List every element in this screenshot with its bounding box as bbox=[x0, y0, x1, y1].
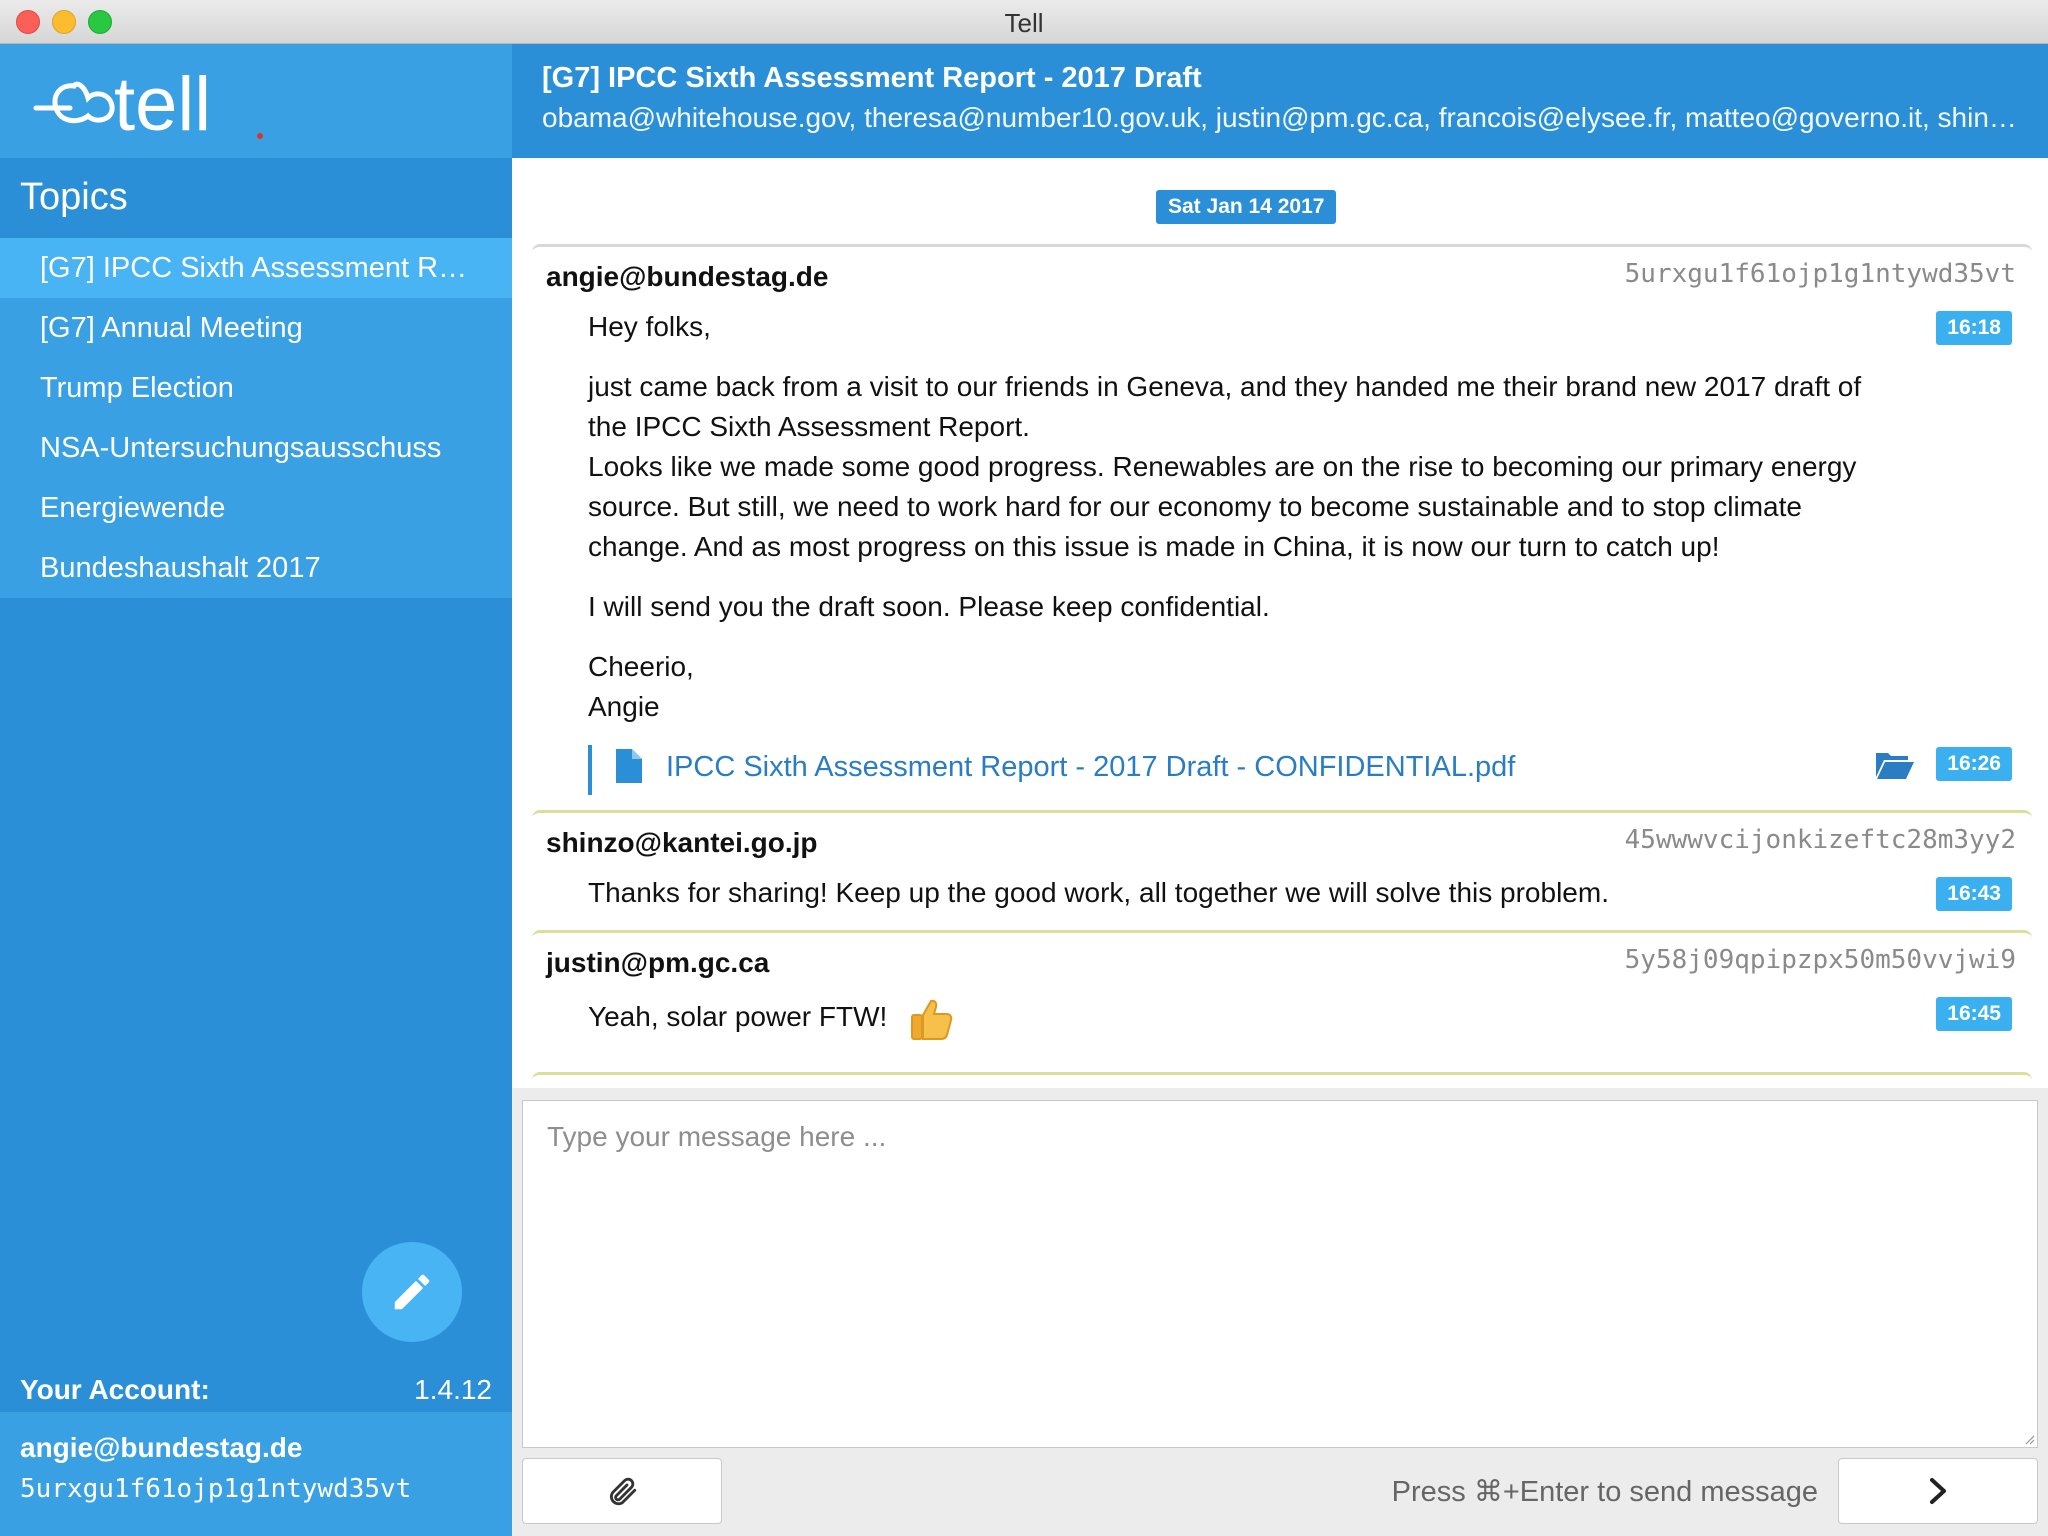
topic-item-trump-election[interactable]: Trump Election bbox=[0, 358, 512, 418]
send-hint: Press ⌘+Enter to send message bbox=[1391, 1476, 1818, 1508]
paperclip-icon bbox=[609, 1477, 637, 1506]
open-folder-icon[interactable] bbox=[1876, 751, 1914, 779]
logo-area: tell bbox=[0, 44, 512, 158]
thumbs-up-emoji-icon bbox=[911, 999, 953, 1040]
tell-logo: tell bbox=[33, 62, 263, 142]
message-paragraph: Hey folks, bbox=[588, 311, 711, 342]
pencil-icon bbox=[394, 1274, 430, 1310]
message-sender-id: 5urxgu1f61ojp1g1ntywd35vt bbox=[1624, 259, 2016, 289]
message-time: 16:43 bbox=[1936, 877, 2012, 911]
attachment-time: 16:26 bbox=[1936, 747, 2012, 781]
message-sender-id: 5y58j09qpipzpx50m50vvjwi9 bbox=[1624, 945, 2016, 975]
conversation-title: [G7] IPCC Sixth Assessment Report - 2017… bbox=[542, 62, 1202, 94]
svg-text:tell: tell bbox=[114, 62, 211, 142]
message-item: justin@pm.gc.ca 5y58j09qpipzpx50m50vvjwi… bbox=[532, 930, 2032, 1088]
attachment[interactable]: IPCC Sixth Assessment Report - 2017 Draf… bbox=[588, 745, 1988, 795]
conversation-recipients: obama@whitehouse.gov, theresa@number10.g… bbox=[542, 102, 2022, 133]
message-text: Yeah, solar power FTW! bbox=[588, 1001, 888, 1032]
window-title: Tell bbox=[1004, 8, 1044, 38]
account-id: 5urxgu1f61ojp1g1ntywd35vt bbox=[20, 1474, 412, 1504]
chevron-right-icon bbox=[1930, 1478, 1946, 1504]
compose-box bbox=[522, 1100, 2038, 1448]
message-body: Thanks for sharing! Keep up the good wor… bbox=[588, 877, 1609, 908]
topic-item-ipcc-report[interactable]: [G7] IPCC Sixth Assessment Report - 2017… bbox=[0, 238, 512, 298]
topic-item-bundeshaushalt[interactable]: Bundeshaushalt 2017 bbox=[0, 538, 512, 598]
message-item: shinzo@kantei.go.jp 45wwwvcijonkizeftc28… bbox=[532, 810, 2032, 930]
message-input[interactable] bbox=[523, 1101, 2037, 1447]
message-sender-id: 45wwwvcijonkizeftc28m3yy2 bbox=[1624, 825, 2016, 855]
send-button[interactable] bbox=[1838, 1458, 2038, 1524]
message-sender: shinzo@kantei.go.jp bbox=[546, 827, 818, 858]
message-paragraph: Looks like we made some good progress. R… bbox=[588, 451, 1857, 562]
message-paragraph: I will send you the draft soon. Please k… bbox=[588, 591, 1270, 622]
file-icon bbox=[616, 749, 642, 783]
conversation-header: [G7] IPCC Sixth Assessment Report - 2017… bbox=[512, 44, 2048, 158]
account-row: Your Account: 1.4.12 bbox=[20, 1374, 492, 1414]
message-sender: justin@pm.gc.ca bbox=[546, 947, 770, 978]
new-topic-button[interactable] bbox=[362, 1242, 462, 1342]
topic-item-nsa[interactable]: NSA-Untersuchungsausschuss bbox=[0, 418, 512, 478]
date-badge: Sat Jan 14 2017 bbox=[1156, 190, 1337, 224]
message-divider bbox=[532, 1072, 2032, 1088]
topic-item-annual-meeting[interactable]: [G7] Annual Meeting bbox=[0, 298, 512, 358]
attachment-name[interactable]: IPCC Sixth Assessment Report - 2017 Draf… bbox=[666, 751, 1515, 784]
sidebar: tell Topics [G7] IPCC Sixth Assessment R… bbox=[0, 44, 512, 1536]
attach-file-button[interactable] bbox=[522, 1458, 722, 1524]
topics-heading: Topics bbox=[20, 176, 128, 218]
message-body: Hey folks, just came back from a visit t… bbox=[588, 307, 1888, 727]
message-paragraph: Cheerio, bbox=[588, 651, 694, 682]
account-box[interactable]: angie@bundestag.de 5urxgu1f61ojp1g1ntywd… bbox=[0, 1412, 512, 1536]
title-bar: Tell bbox=[0, 0, 2048, 44]
account-email: angie@bundestag.de bbox=[20, 1432, 303, 1463]
resize-grip-icon[interactable] bbox=[2023, 1433, 2035, 1445]
account-label: Your Account: bbox=[20, 1374, 210, 1405]
message-paragraph: just came back from a visit to our frien… bbox=[588, 371, 1862, 442]
message-sender: angie@bundestag.de bbox=[546, 261, 829, 292]
message-time: 16:45 bbox=[1936, 997, 2012, 1031]
message-paragraph: Angie bbox=[588, 691, 660, 722]
message-list[interactable]: Sat Jan 14 2017 angie@bundestag.de 5urxg… bbox=[512, 158, 2048, 1088]
message-item: angie@bundestag.de 5urxgu1f61ojp1g1ntywd… bbox=[532, 244, 2032, 810]
app-version: 1.4.12 bbox=[414, 1374, 492, 1405]
message-body: Yeah, solar power FTW! bbox=[588, 991, 1888, 1043]
message-time: 16:18 bbox=[1936, 311, 2012, 345]
topic-list: [G7] IPCC Sixth Assessment Report - 2017… bbox=[0, 238, 512, 598]
topic-item-energiewende[interactable]: Energiewende bbox=[0, 478, 512, 538]
